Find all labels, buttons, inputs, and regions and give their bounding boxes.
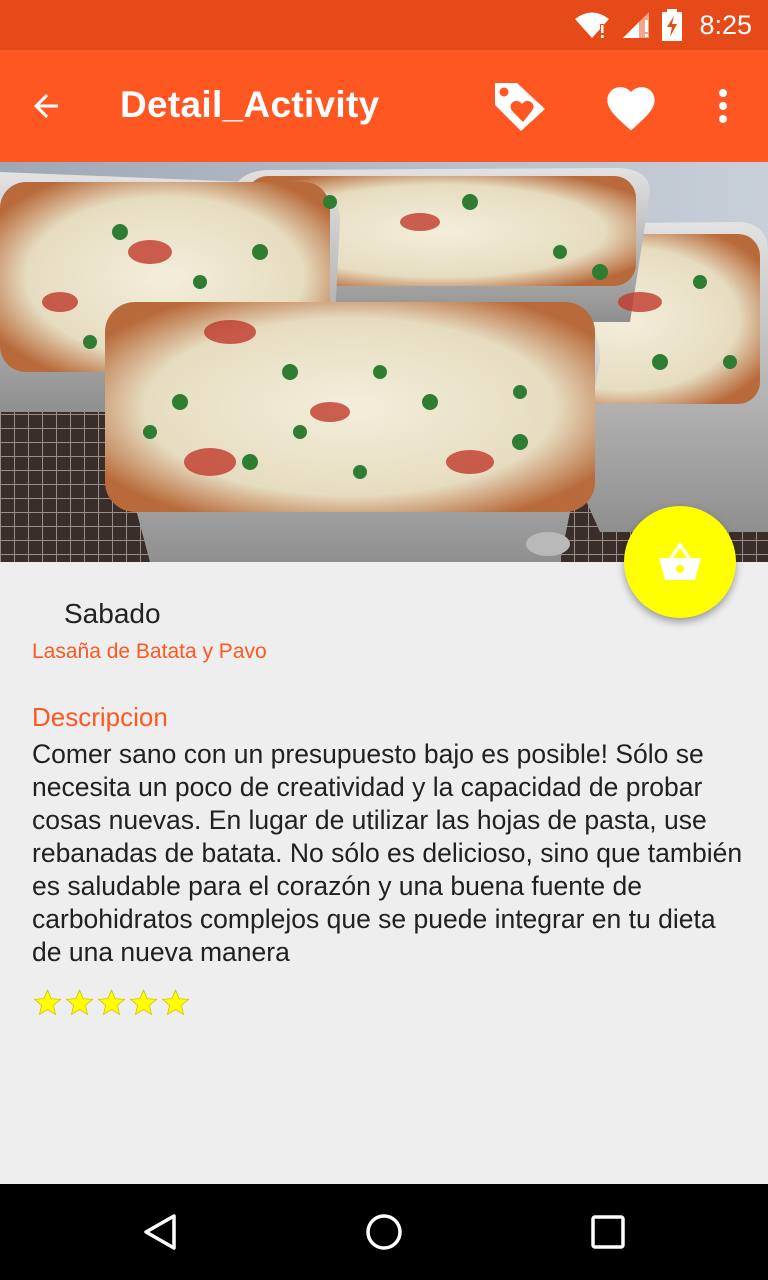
app-bar: Detail_Activity (0, 50, 768, 162)
status-icons: 8:25 (573, 0, 752, 50)
add-to-cart-fab[interactable] (624, 506, 736, 618)
status-time: 8:25 (699, 9, 752, 40)
page-title: Detail_Activity (120, 84, 380, 125)
overflow-menu-button[interactable] (700, 78, 746, 134)
tag-button[interactable] (490, 78, 550, 134)
description-text: Comer sano con un presupuesto bajo es po… (32, 739, 743, 967)
star-icon (33, 989, 62, 1016)
recipe-day: Sabado (64, 598, 161, 629)
nav-back-button[interactable] (132, 1204, 188, 1260)
star-icon (161, 989, 190, 1016)
basket-icon (659, 542, 701, 580)
tag-heart-icon (495, 83, 545, 131)
star-icon (97, 989, 126, 1016)
battery-charging-icon (662, 9, 683, 41)
nav-recents-button[interactable] (580, 1204, 636, 1260)
status-bar: 8:25 (0, 0, 768, 50)
recipe-image (0, 162, 768, 562)
star-icon (129, 989, 158, 1016)
back-button[interactable] (22, 82, 70, 130)
star-icon (65, 989, 94, 1016)
system-nav-bar (0, 1184, 768, 1280)
nav-home-button[interactable] (356, 1204, 412, 1260)
cell-signal-icon (623, 12, 650, 38)
rating-bar[interactable] (32, 986, 191, 1020)
arrow-back-icon (34, 94, 58, 118)
triangle-back-icon (144, 1214, 176, 1250)
lasagna-photo (0, 162, 768, 562)
circle-home-icon (366, 1214, 402, 1250)
square-recents-icon (591, 1215, 625, 1249)
more-vert-icon (719, 89, 727, 123)
recipe-name: Lasaña de Batata y Pavo (32, 640, 267, 663)
favorite-button[interactable] (600, 78, 662, 134)
heart-icon (607, 87, 655, 131)
description-heading: Descripcion (32, 702, 168, 732)
wifi-icon (575, 12, 610, 38)
